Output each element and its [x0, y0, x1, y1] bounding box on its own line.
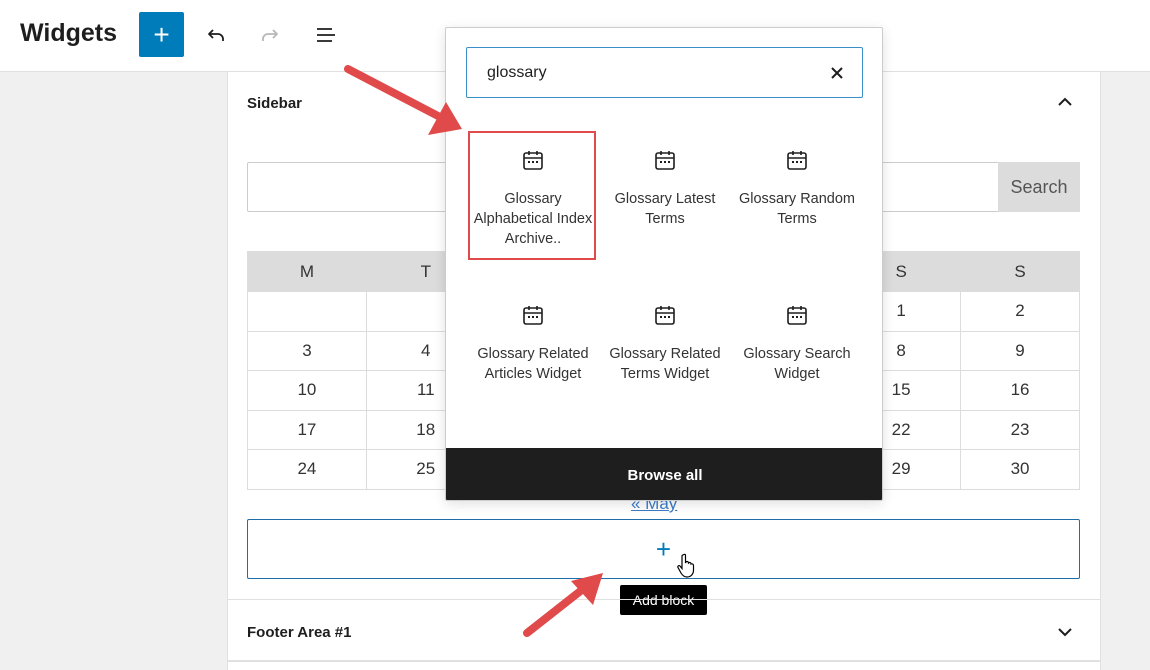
calendar-icon [655, 306, 675, 325]
calendar-day-header: M [247, 251, 367, 292]
block-type-label: Glossary Related Articles Widget [477, 346, 589, 382]
plus-icon: + [655, 533, 672, 564]
footer-area-title[interactable]: Footer Area #1 [247, 624, 351, 641]
list-view-button[interactable] [307, 16, 345, 54]
calendar-day-cell: 16 [960, 370, 1080, 411]
page-title: Widgets [20, 19, 117, 47]
undo-button[interactable] [197, 16, 235, 54]
block-type-item[interactable]: Glossary Related Articles Widget [469, 287, 597, 415]
block-type-item[interactable]: Glossary Latest Terms [601, 132, 729, 260]
add-block-appender[interactable]: + [247, 519, 1080, 579]
calendar-day-cell: 2 [960, 291, 1080, 332]
block-type-label: Glossary Random Terms [738, 191, 856, 227]
annotation-highlight-box [468, 131, 596, 260]
calendar-day-cell: 30 [960, 449, 1080, 490]
block-type-item[interactable]: Glossary Search Widget [733, 287, 861, 415]
calendar-day-cell: 10 [247, 370, 367, 411]
redo-button[interactable] [251, 16, 289, 54]
plus-icon: + [153, 18, 170, 50]
add-block-tooltip: Add block [620, 585, 707, 615]
block-type-label: Glossary Related Terms Widget [609, 346, 721, 382]
redo-icon [262, 29, 278, 41]
browse-all-button[interactable]: Browse all [446, 448, 882, 500]
block-type-item[interactable]: Glossary Random Terms [733, 132, 861, 260]
divider [227, 599, 1101, 600]
block-type-label: Glossary Search Widget [743, 346, 851, 382]
sidebar-area-title[interactable]: Sidebar [247, 95, 302, 112]
block-search-input[interactable] [466, 47, 863, 98]
calendar-day-cell: 24 [247, 449, 367, 490]
calendar-day-header: S [960, 251, 1080, 292]
divider [227, 660, 1101, 662]
calendar-day-cell [247, 291, 367, 332]
annotation-arrow [523, 573, 603, 637]
block-type-label: Glossary Latest Terms [614, 191, 716, 227]
block-inserter-popover: Glossary Alphabetical Index Archive..Glo… [445, 27, 883, 501]
add-block-toggle-button[interactable]: + [139, 12, 184, 57]
block-type-item[interactable]: Glossary Related Terms Widget [601, 287, 729, 415]
hand-cursor-icon [677, 553, 695, 578]
calendar-icon [655, 151, 675, 170]
sidebar-search-button[interactable]: Search [998, 162, 1080, 212]
calendar-icon [787, 151, 807, 170]
calendar-icon [787, 306, 807, 325]
calendar-day-cell: 17 [247, 409, 367, 450]
chevron-up-icon[interactable] [1056, 93, 1074, 111]
annotation-arrow [344, 65, 462, 135]
calendar-day-cell: 23 [960, 409, 1080, 450]
list-view-icon [317, 28, 335, 42]
calendar-day-cell: 3 [247, 330, 367, 371]
close-icon[interactable] [828, 64, 846, 82]
chevron-down-icon[interactable] [1056, 623, 1074, 641]
calendar-day-cell: 9 [960, 330, 1080, 371]
undo-icon [208, 29, 224, 41]
calendar-icon [523, 306, 543, 325]
